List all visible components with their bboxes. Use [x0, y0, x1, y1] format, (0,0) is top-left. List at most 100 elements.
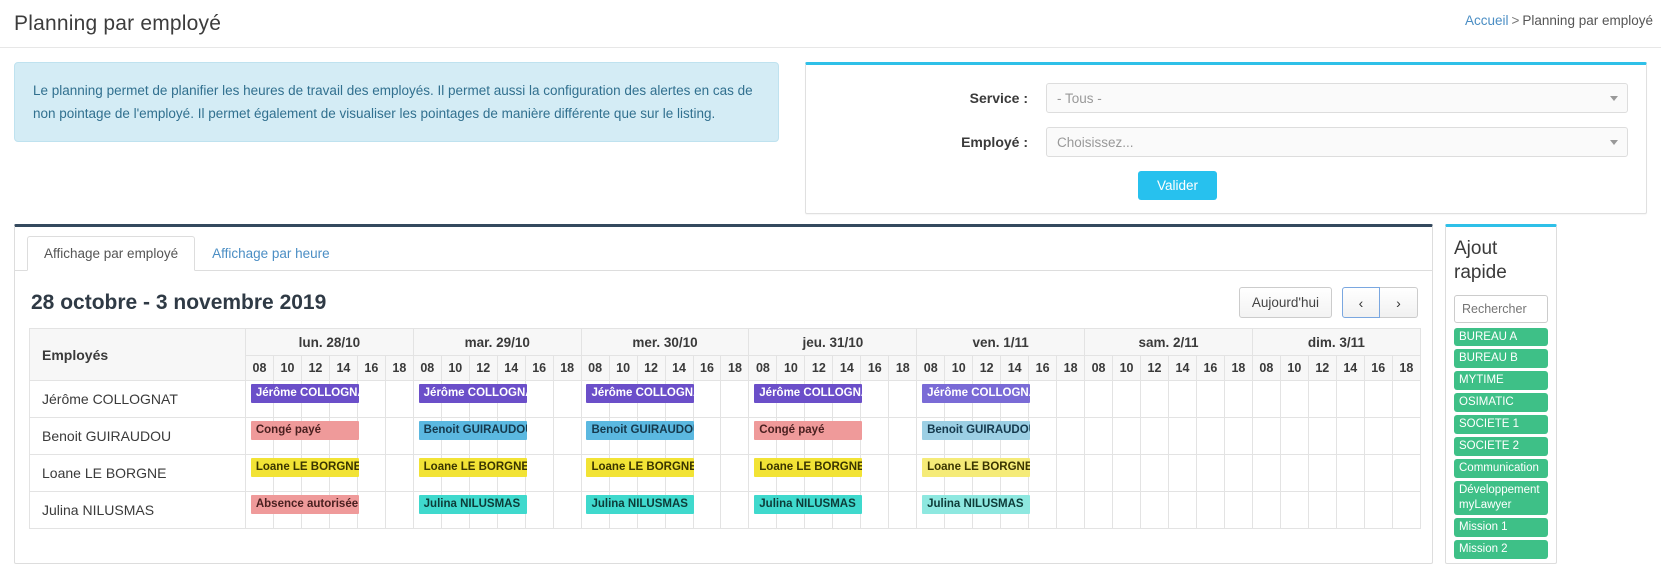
slot-cell[interactable] — [609, 418, 637, 455]
slot-cell[interactable] — [637, 492, 665, 529]
slot-cell[interactable]: Julina NILUSMAS — [917, 492, 945, 529]
slot-cell[interactable] — [805, 492, 833, 529]
slot-cell[interactable] — [525, 492, 553, 529]
slot-cell[interactable] — [1168, 492, 1196, 529]
slot-cell[interactable] — [329, 455, 357, 492]
slot-cell[interactable] — [777, 381, 805, 418]
slot-cell[interactable] — [1224, 492, 1252, 529]
slot-cell[interactable] — [1141, 492, 1169, 529]
slot-cell[interactable] — [469, 455, 497, 492]
slot-cell[interactable]: Loane LE BORGNE — [749, 455, 777, 492]
slot-cell[interactable] — [1001, 418, 1029, 455]
slot-cell[interactable] — [385, 418, 413, 455]
slot-cell[interactable] — [721, 381, 749, 418]
slot-cell[interactable] — [1252, 492, 1280, 529]
slot-cell[interactable] — [469, 418, 497, 455]
slot-cell[interactable] — [553, 381, 581, 418]
slot-cell[interactable] — [1224, 381, 1252, 418]
quick-add-tag-5[interactable]: SOCIETE 2 — [1454, 437, 1548, 456]
quick-add-tag-8[interactable]: Mission 1 — [1454, 518, 1548, 537]
slot-cell[interactable] — [1224, 418, 1252, 455]
slot-cell[interactable] — [1280, 492, 1308, 529]
slot-cell[interactable] — [329, 418, 357, 455]
quick-add-tag-3[interactable]: OSIMATIC — [1454, 393, 1548, 412]
service-select[interactable]: - Tous - — [1046, 83, 1628, 113]
slot-cell[interactable] — [665, 455, 693, 492]
slot-cell[interactable]: Benoit GUIRAUDOU — [581, 418, 609, 455]
slot-cell[interactable] — [1196, 418, 1224, 455]
slot-cell[interactable] — [693, 381, 721, 418]
slot-cell[interactable] — [833, 455, 861, 492]
prev-week-button[interactable]: ‹ — [1342, 287, 1380, 318]
slot-cell[interactable] — [273, 455, 301, 492]
quick-add-tag-1[interactable]: BUREAU B — [1454, 349, 1548, 368]
slot-cell[interactable] — [777, 418, 805, 455]
slot-cell[interactable] — [1336, 455, 1364, 492]
slot-cell[interactable] — [637, 455, 665, 492]
slot-cell[interactable] — [777, 455, 805, 492]
slot-cell[interactable] — [329, 381, 357, 418]
slot-cell[interactable] — [665, 418, 693, 455]
slot-cell[interactable]: Jérôme COLLOGNAT — [917, 381, 945, 418]
slot-cell[interactable] — [469, 492, 497, 529]
slot-cell[interactable] — [497, 455, 525, 492]
quick-add-tag-2[interactable]: MYTIME — [1454, 371, 1548, 390]
slot-cell[interactable] — [861, 492, 889, 529]
slot-cell[interactable] — [1196, 492, 1224, 529]
slot-cell[interactable] — [833, 381, 861, 418]
slot-cell[interactable] — [973, 455, 1001, 492]
slot-cell[interactable] — [273, 381, 301, 418]
slot-cell[interactable]: Loane LE BORGNE — [581, 455, 609, 492]
slot-cell[interactable] — [973, 492, 1001, 529]
slot-cell[interactable] — [1196, 381, 1224, 418]
slot-cell[interactable] — [301, 455, 329, 492]
quick-add-tag-6[interactable]: Communication — [1454, 459, 1548, 478]
slot-cell[interactable] — [1392, 455, 1420, 492]
slot-cell[interactable]: Benoit GUIRAUDOU — [413, 418, 441, 455]
slot-cell[interactable] — [637, 381, 665, 418]
slot-cell[interactable] — [553, 455, 581, 492]
slot-cell[interactable] — [1336, 492, 1364, 529]
slot-cell[interactable] — [1141, 418, 1169, 455]
slot-cell[interactable] — [1057, 455, 1085, 492]
slot-cell[interactable]: Benoit GUIRAUDOU — [917, 418, 945, 455]
slot-cell[interactable] — [441, 381, 469, 418]
slot-cell[interactable] — [1141, 455, 1169, 492]
quick-add-tag-4[interactable]: SOCIETE 1 — [1454, 415, 1548, 434]
slot-cell[interactable] — [441, 455, 469, 492]
slot-cell[interactable] — [497, 418, 525, 455]
slot-cell[interactable] — [385, 492, 413, 529]
slot-cell[interactable] — [357, 492, 385, 529]
slot-cell[interactable] — [1392, 381, 1420, 418]
slot-cell[interactable] — [553, 418, 581, 455]
slot-cell[interactable] — [1029, 381, 1057, 418]
slot-cell[interactable] — [861, 418, 889, 455]
slot-cell[interactable] — [1113, 455, 1141, 492]
slot-cell[interactable] — [833, 418, 861, 455]
slot-cell[interactable] — [1364, 381, 1392, 418]
slot-cell[interactable] — [1280, 455, 1308, 492]
slot-cell[interactable] — [1085, 381, 1113, 418]
slot-cell[interactable] — [945, 455, 973, 492]
employee-select[interactable]: Choisissez... — [1046, 127, 1628, 157]
slot-cell[interactable] — [469, 381, 497, 418]
slot-cell[interactable] — [861, 455, 889, 492]
slot-cell[interactable] — [1113, 418, 1141, 455]
slot-cell[interactable] — [1252, 418, 1280, 455]
slot-cell[interactable]: Julina NILUSMAS — [749, 492, 777, 529]
slot-cell[interactable] — [1001, 492, 1029, 529]
slot-cell[interactable] — [693, 418, 721, 455]
breadcrumb-home-link[interactable]: Accueil — [1465, 13, 1509, 28]
slot-cell[interactable] — [1057, 492, 1085, 529]
slot-cell[interactable] — [805, 418, 833, 455]
slot-cell[interactable] — [385, 381, 413, 418]
today-button[interactable]: Aujourd'hui — [1239, 287, 1332, 318]
slot-cell[interactable] — [497, 492, 525, 529]
slot-cell[interactable] — [1308, 455, 1336, 492]
slot-cell[interactable]: Jérôme COLLOGNAT — [749, 381, 777, 418]
slot-cell[interactable] — [1308, 418, 1336, 455]
slot-cell[interactable] — [497, 381, 525, 418]
slot-cell[interactable] — [889, 455, 917, 492]
slot-cell[interactable] — [945, 381, 973, 418]
slot-cell[interactable] — [805, 455, 833, 492]
